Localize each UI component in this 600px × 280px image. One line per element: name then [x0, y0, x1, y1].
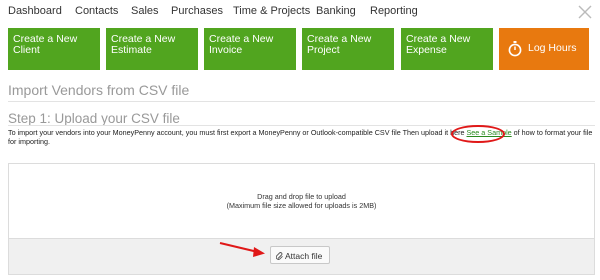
paperclip-icon — [276, 252, 283, 260]
create-estimate-button[interactable]: Create a New Estimate — [106, 28, 198, 70]
file-drop-zone[interactable]: Drag and drop file to upload (Maximum fi… — [8, 163, 595, 275]
divider — [8, 101, 595, 102]
log-hours-label: Log Hours — [528, 42, 577, 54]
tile-line2: Expense — [406, 44, 447, 56]
nav-dashboard[interactable]: Dashboard — [8, 5, 62, 17]
close-icon[interactable] — [578, 5, 592, 19]
nav-purchases[interactable]: Purchases — [171, 5, 223, 17]
nav-reporting[interactable]: Reporting — [370, 5, 418, 17]
create-client-button[interactable]: Create a New Client — [8, 28, 100, 70]
attach-file-label: Attach file — [285, 251, 323, 261]
create-project-button[interactable]: Create a New Project — [302, 28, 394, 70]
nav-sales[interactable]: Sales — [131, 5, 159, 17]
top-navigation: Dashboard Contacts Sales Purchases Time … — [0, 0, 600, 26]
import-instructions: To import your vendors into your MoneyPe… — [8, 128, 594, 146]
see-sample-link[interactable]: See a Sample — [467, 128, 512, 137]
nav-time-projects[interactable]: Time & Projects — [233, 5, 310, 17]
tile-line2: Client — [13, 44, 40, 56]
tile-line2: Estimate — [111, 44, 152, 56]
attach-file-button[interactable]: Attach file — [270, 246, 330, 264]
instructions-text: To import your vendors into your MoneyPe… — [8, 128, 465, 137]
create-expense-button[interactable]: Create a New Expense — [401, 28, 493, 70]
create-invoice-button[interactable]: Create a New Invoice — [204, 28, 296, 70]
tile-line2: Invoice — [209, 44, 243, 56]
stopwatch-icon — [508, 41, 522, 57]
page-title: Import Vendors from CSV file — [8, 82, 190, 98]
upload-size-limit: (Maximum file size allowed for uploads i… — [226, 201, 377, 210]
tile-line2: Project — [307, 44, 340, 56]
drop-zone-footer: Attach file — [9, 238, 594, 274]
nav-banking[interactable]: Banking — [316, 5, 356, 17]
drop-instructions: Drag and drop file to upload — [257, 192, 346, 201]
divider — [8, 125, 595, 126]
nav-contacts[interactable]: Contacts — [75, 5, 118, 17]
log-hours-button[interactable]: Log Hours — [499, 28, 589, 70]
step-title: Step 1: Upload your CSV file — [8, 111, 180, 126]
